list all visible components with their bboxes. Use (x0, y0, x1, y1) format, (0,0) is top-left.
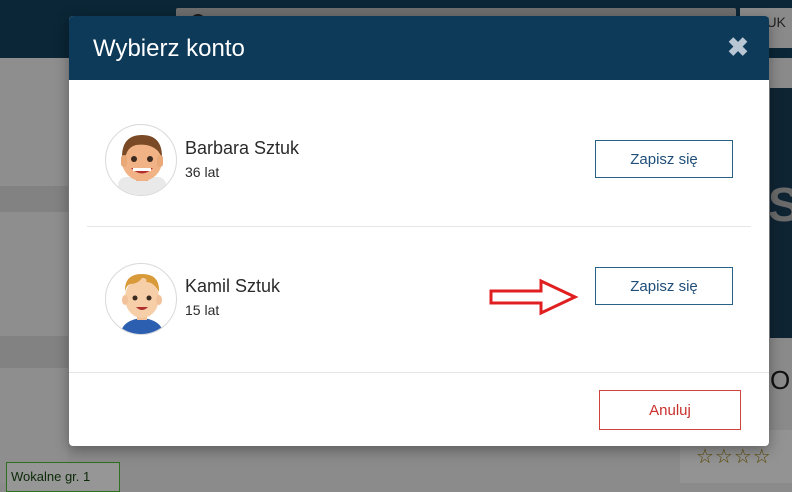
close-icon[interactable]: ✖ (723, 32, 753, 62)
sign-up-button[interactable]: Zapisz się (595, 140, 733, 178)
account-row: Barbara Sztuk 36 lat Zapisz się (87, 86, 751, 226)
rating-stars: ☆☆☆☆ (696, 446, 772, 468)
background-banner: St (768, 88, 792, 338)
account-name: Barbara Sztuk (185, 138, 300, 158)
banner-glyph: St (768, 179, 792, 232)
modal-header: Wybierz konto ✖ (69, 16, 769, 80)
modal-title: Wybierz konto (93, 35, 245, 62)
account-age: 36 lat (185, 164, 220, 180)
background-band (0, 336, 68, 368)
background-heading-letter: O (770, 365, 791, 395)
cancel-button[interactable]: Anuluj (599, 390, 741, 430)
background-band (0, 186, 68, 212)
background-left-column (0, 58, 68, 483)
annotation-arrow-icon (489, 278, 579, 316)
choose-account-modal: Wybierz konto ✖ Barbara Sztuk 36 lat Zap… (69, 16, 769, 446)
account-row: Kamil Sztuk 15 lat Zapisz się (87, 227, 751, 367)
class-tag: Wokalne gr. 1 (6, 462, 120, 492)
account-age: 15 lat (185, 302, 220, 318)
sign-up-button[interactable]: Zapisz się (595, 267, 733, 305)
child-avatar-icon (105, 263, 177, 335)
footer-divider (69, 372, 769, 373)
account-name: Kamil Sztuk (185, 276, 281, 296)
background-right-column: St (768, 58, 792, 483)
adult-avatar-icon (105, 124, 177, 196)
